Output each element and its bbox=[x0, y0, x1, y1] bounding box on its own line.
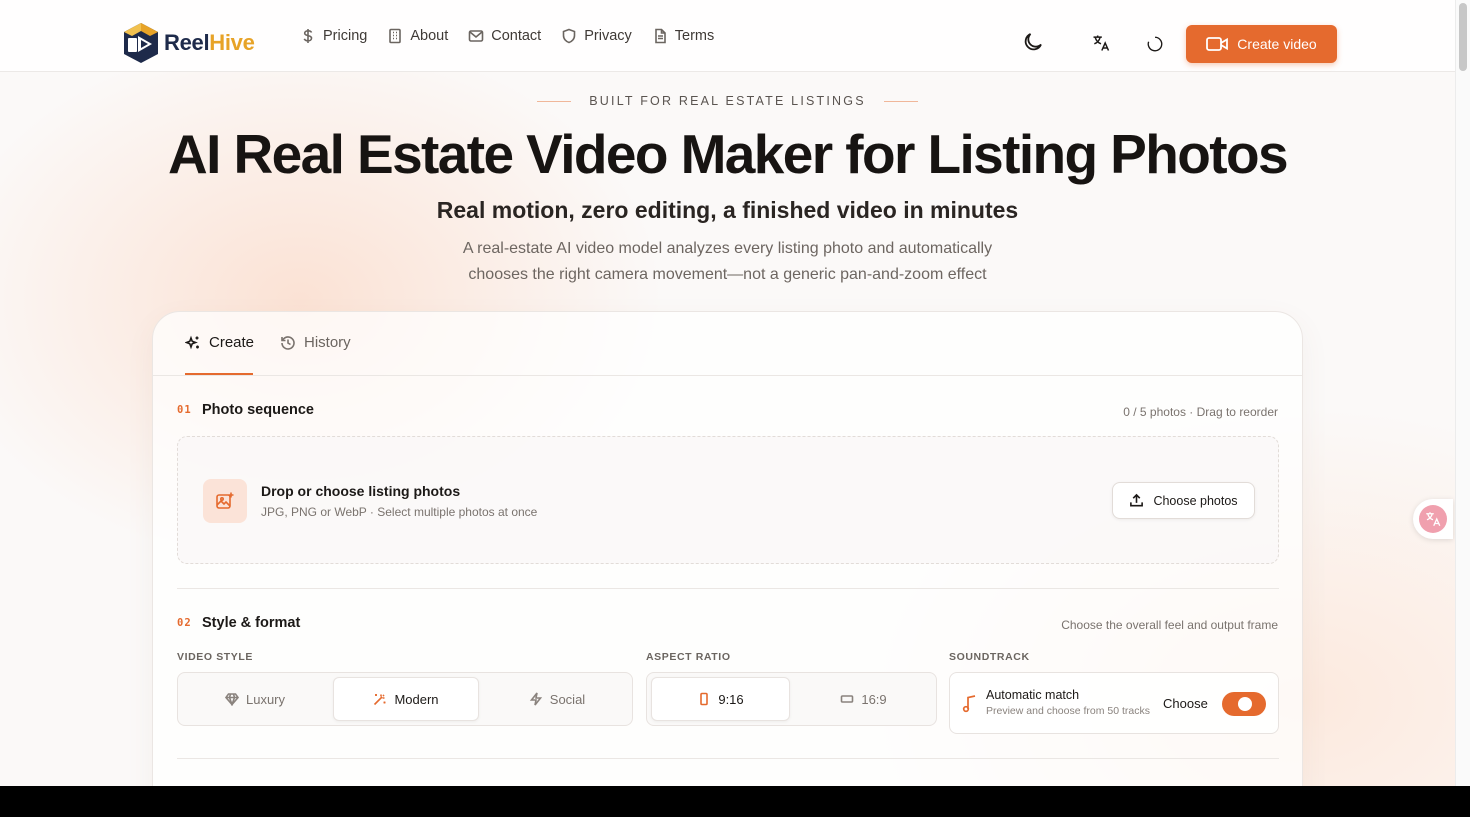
choose-photos-label: Choose photos bbox=[1153, 493, 1238, 508]
portrait-icon bbox=[700, 692, 709, 706]
nav-label: Pricing bbox=[323, 28, 368, 44]
landscape-icon bbox=[841, 695, 854, 703]
section-divider bbox=[177, 758, 1279, 759]
video-camera-icon bbox=[1206, 37, 1229, 51]
soundtrack-toggle[interactable] bbox=[1222, 692, 1266, 716]
history-icon bbox=[281, 335, 295, 350]
dropzone-title: Drop or choose listing photos bbox=[261, 483, 461, 499]
aspect-option-16-9[interactable]: 16:9 bbox=[794, 677, 933, 721]
nav-label: Contact bbox=[491, 28, 542, 44]
translate-icon bbox=[1426, 512, 1441, 527]
reelhive-logo-icon bbox=[124, 23, 158, 63]
translate-icon[interactable] bbox=[1091, 33, 1111, 53]
section-hint: Choose the overall feel and output frame bbox=[1061, 618, 1278, 632]
create-video-button[interactable]: Create video bbox=[1186, 25, 1337, 63]
loading-icon bbox=[1146, 35, 1164, 53]
music-note-icon bbox=[962, 695, 978, 713]
scrollbar-thumb[interactable] bbox=[1459, 3, 1467, 71]
gem-icon bbox=[224, 693, 239, 706]
tab-create[interactable]: Create bbox=[185, 334, 254, 351]
sparkles-icon bbox=[185, 335, 199, 349]
top-header: ReelHive Pricing About Contact Privacy T… bbox=[0, 0, 1455, 72]
tab-label: History bbox=[304, 334, 351, 351]
aspect-option-9-16[interactable]: 9:16 bbox=[651, 677, 790, 721]
hero-eyebrow: BUILT FOR REAL ESTATE LISTINGS bbox=[0, 94, 1455, 108]
section-number: 01 bbox=[177, 404, 192, 416]
nav-item-contact[interactable]: Contact bbox=[468, 28, 541, 44]
video-style-label: VIDEO STYLE bbox=[177, 651, 254, 663]
create-video-label: Create video bbox=[1237, 36, 1317, 52]
section-title: Style & format bbox=[202, 615, 301, 631]
image-plus-icon bbox=[203, 479, 247, 523]
soundtrack-title: Automatic match bbox=[986, 688, 1080, 702]
toggle-knob bbox=[1238, 697, 1252, 711]
dollar-icon bbox=[303, 29, 313, 43]
nav-item-about[interactable]: About bbox=[387, 28, 448, 44]
tab-history[interactable]: History bbox=[280, 334, 351, 351]
bolt-icon bbox=[529, 692, 542, 706]
brand-name: ReelHive bbox=[164, 30, 255, 55]
page-scrollbar[interactable] bbox=[1455, 0, 1470, 786]
soundtrack-panel: Automatic match Preview and choose from … bbox=[949, 672, 1279, 734]
style-option-luxury[interactable]: Luxury bbox=[182, 677, 328, 721]
floating-translate-button[interactable] bbox=[1413, 499, 1453, 539]
active-tab-indicator bbox=[185, 373, 253, 375]
nav-item-privacy[interactable]: Privacy bbox=[561, 28, 632, 44]
shield-icon bbox=[562, 28, 576, 44]
soundtrack-choose-button[interactable]: Choose bbox=[1163, 696, 1208, 711]
dropzone-subtitle: JPG, PNG or WebP · Select multiple photo… bbox=[261, 505, 538, 519]
hero-subtitle: Real motion, zero editing, a finished vi… bbox=[436, 197, 1019, 223]
aspect-ratio-selector: 9:16 16:9 bbox=[646, 672, 937, 726]
page-viewport: ReelHive Pricing About Contact Privacy T… bbox=[0, 0, 1470, 786]
aspect-ratio-label: ASPECT RATIO bbox=[646, 651, 731, 663]
soundtrack-label: SOUNDTRACK bbox=[949, 651, 1030, 663]
building-icon bbox=[389, 28, 402, 44]
document-icon bbox=[654, 28, 666, 44]
nav-item-pricing[interactable]: Pricing bbox=[300, 28, 367, 44]
tab-bar: Create History bbox=[153, 312, 1302, 376]
tab-label: Create bbox=[209, 334, 255, 351]
wand-icon bbox=[374, 694, 386, 706]
moon-icon[interactable] bbox=[1021, 30, 1045, 54]
nav-label: Privacy bbox=[584, 28, 632, 44]
section-divider bbox=[177, 588, 1279, 589]
nav-label: Terms bbox=[674, 28, 715, 44]
nav-item-terms[interactable]: Terms bbox=[652, 28, 714, 44]
hero-description: A real-estate AI video model analyzes ev… bbox=[462, 240, 993, 283]
nav-label: About bbox=[410, 28, 449, 44]
main-nav: Pricing About Contact Privacy Terms bbox=[300, 0, 714, 72]
section-title: Photo sequence bbox=[202, 402, 314, 418]
video-style-selector: Luxury Modern Social bbox=[177, 672, 633, 726]
photo-count: 0 / 5 photos · Drag to reorder bbox=[1123, 405, 1278, 419]
style-option-modern[interactable]: Modern bbox=[333, 677, 479, 721]
style-option-social[interactable]: Social bbox=[484, 677, 630, 721]
create-card: Create History 01 Photo sequence 0 / 5 p… bbox=[152, 311, 1303, 786]
mail-icon bbox=[468, 30, 484, 42]
section-number: 02 bbox=[177, 617, 192, 629]
photo-dropzone[interactable]: Drop or choose listing photos JPG, PNG o… bbox=[177, 436, 1279, 564]
brand-logo[interactable]: ReelHive bbox=[122, 22, 255, 64]
choose-photos-button[interactable]: Choose photos bbox=[1112, 482, 1255, 519]
upload-icon bbox=[1130, 493, 1144, 507]
hero-title: AI Real Estate Video Maker for Listing P… bbox=[168, 123, 1289, 185]
soundtrack-subtitle: Preview and choose from 50 tracks bbox=[986, 705, 1150, 717]
